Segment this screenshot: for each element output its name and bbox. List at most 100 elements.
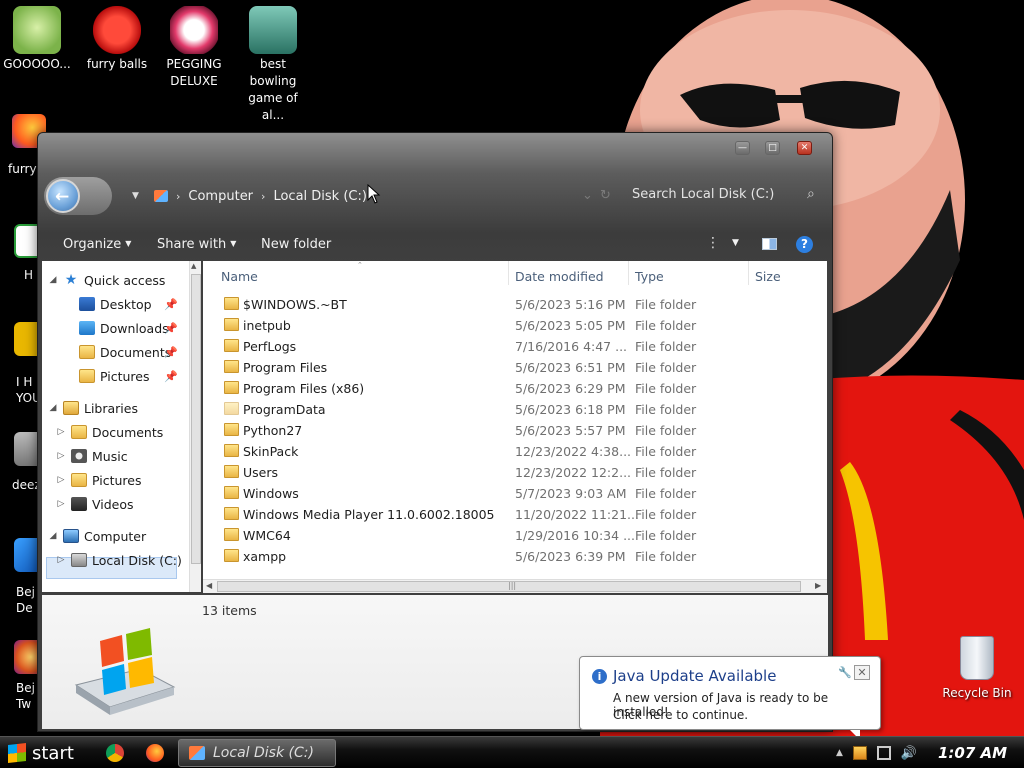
nav-item-local-disk[interactable]: ▷ Local Disk (C:) (56, 549, 182, 571)
file-row[interactable]: WMC64 1/29/2016 10:34 ... File folder (203, 525, 827, 546)
collapsed-arrow-icon[interactable]: ▷ (56, 555, 66, 565)
file-row[interactable]: Program Files (x86) 5/6/2023 6:29 PM File … (203, 378, 827, 399)
file-date-modified: 7/16/2016 4:47 ... (515, 339, 628, 354)
file-date-modified: 5/6/2023 6:39 PM (515, 549, 626, 564)
new-folder-button[interactable]: New folder (261, 237, 331, 252)
nav-item-label: Documents (100, 344, 172, 360)
minimize-button[interactable]: — (735, 141, 750, 155)
file-row[interactable]: Windows Media Player 11.0.6002.18005 11/2… (203, 504, 827, 525)
file-row[interactable]: $WINDOWS.~BT 5/6/2023 5:16 PM File folder (203, 294, 827, 315)
scroll-thumb[interactable] (191, 274, 201, 564)
file-type: File folder (635, 297, 697, 312)
nav-item-lib-music[interactable]: ▷ Music (56, 445, 128, 467)
show-hidden-icons-icon[interactable]: ▲ (836, 748, 843, 758)
file-row[interactable]: Windows 5/7/2023 9:03 AM File folder (203, 483, 827, 504)
pin-icon[interactable]: 📌 (164, 346, 178, 359)
file-row[interactable]: PerfLogs 7/16/2016 4:47 ... File folder (203, 336, 827, 357)
file-row[interactable]: Program Files 5/6/2023 6:51 PM File folder (203, 357, 827, 378)
breadcrumb-computer[interactable]: Computer (188, 189, 253, 204)
column-divider[interactable] (508, 261, 509, 285)
documents-folder-icon (79, 345, 95, 359)
column-header-date[interactable]: Date modified (515, 269, 604, 284)
file-name: Program Files (x86) (243, 381, 365, 396)
firefox-icon[interactable] (146, 744, 164, 762)
nav-item-lib-pictures[interactable]: ▷ Pictures (56, 469, 142, 491)
preview-pane-icon[interactable] (762, 238, 777, 250)
file-row[interactable]: SkinPack 12/23/2022 4:38... File folder (203, 441, 827, 462)
nav-item-desktop[interactable]: Desktop 📌 (64, 293, 178, 315)
close-notification-button[interactable]: ✕ (854, 665, 870, 680)
nav-item-libraries[interactable]: ◢ Libraries (48, 397, 138, 419)
scroll-right-icon[interactable]: ▶ (815, 581, 821, 590)
view-options-dropdown[interactable]: ▼ (732, 238, 739, 248)
share-with-menu[interactable]: Share with ▼ (157, 237, 236, 252)
search-input[interactable]: Search Local Disk (C:) (632, 187, 774, 202)
volume-icon[interactable]: 🔊 (901, 746, 917, 761)
computer-icon (63, 529, 79, 543)
address-dropdown-icon[interactable]: ⌄ (582, 188, 593, 203)
change-view-icon[interactable]: ⋮ (706, 235, 720, 251)
nav-item-lib-videos[interactable]: ▷ Videos (56, 493, 134, 515)
back-button[interactable]: ← (46, 179, 80, 213)
pin-icon[interactable]: 📌 (164, 322, 178, 335)
expanded-arrow-icon[interactable]: ◢ (48, 403, 58, 413)
collapsed-arrow-icon[interactable]: ▷ (56, 475, 66, 485)
close-button[interactable]: ✕ (797, 141, 812, 155)
desktop-icon-recycle-bin[interactable]: Recycle Bin (940, 636, 1014, 700)
nav-item-quick-access[interactable]: ◢ ★ Quick access (48, 269, 166, 291)
file-date-modified: 12/23/2022 12:2... (515, 465, 632, 480)
nav-item-documents[interactable]: Documents 📌 (64, 341, 178, 363)
collapsed-arrow-icon[interactable]: ▷ (56, 451, 66, 461)
nav-item-computer[interactable]: ◢ Computer (48, 525, 147, 547)
expanded-arrow-icon[interactable]: ◢ (48, 531, 58, 541)
notification-link[interactable]: Click here to continue. (613, 708, 748, 722)
file-type: File folder (635, 339, 697, 354)
file-row[interactable]: ProgramData 5/6/2023 6:18 PM File folder (203, 399, 827, 420)
horizontal-scrollbar[interactable]: ◀ ||| ▶ (203, 579, 827, 593)
file-row[interactable]: inetpub 5/6/2023 5:05 PM File folder (203, 315, 827, 336)
column-header-type[interactable]: Type (635, 269, 664, 284)
java-update-notification[interactable]: i Java Update Available A new version of… (579, 656, 881, 740)
column-divider[interactable] (748, 261, 749, 285)
pin-icon[interactable]: 📌 (164, 298, 178, 311)
organize-menu[interactable]: Organize ▼ (63, 237, 131, 252)
file-type: File folder (635, 360, 697, 375)
wrench-icon[interactable]: 🔧 (838, 666, 852, 679)
scroll-up-icon[interactable]: ▲ (191, 262, 196, 270)
column-header-size[interactable]: Size (755, 269, 781, 284)
refresh-icon[interactable]: ↻ (600, 188, 611, 203)
breadcrumb-local-disk[interactable]: Local Disk (C:) (273, 189, 366, 204)
hard-drive-windows-icon (74, 628, 176, 715)
column-header-name[interactable]: Name (221, 269, 258, 284)
recycle-bin-icon (960, 636, 994, 680)
file-row[interactable]: Python27 5/6/2023 5:57 PM File folder (203, 420, 827, 441)
clock[interactable]: 1:07 AM (938, 744, 1007, 762)
desktop-icon-pegging-deluxe[interactable]: PEGGING DELUXE (157, 6, 231, 90)
collapsed-arrow-icon[interactable]: ▷ (56, 499, 66, 509)
nav-item-label: Desktop (100, 296, 152, 312)
column-divider[interactable] (628, 261, 629, 285)
file-row[interactable]: Users 12/23/2022 12:2... File folder (203, 462, 827, 483)
desktop-icon-best-bowling[interactable]: best bowling game of al... (236, 6, 310, 124)
recent-locations-dropdown[interactable]: ▼ (132, 191, 139, 201)
file-row[interactable]: xampp 5/6/2023 6:39 PM File folder (203, 546, 827, 567)
chrome-icon[interactable] (106, 744, 124, 762)
taskbar-button-local-disk[interactable]: Local Disk (C:) (178, 739, 336, 767)
maximize-button[interactable]: □ (765, 141, 780, 155)
start-button[interactable]: start (0, 737, 86, 768)
address-bar[interactable]: › Computer › Local Disk (C:) (154, 185, 367, 207)
network-icon[interactable] (876, 746, 891, 760)
help-icon[interactable]: ? (796, 236, 813, 253)
nav-item-downloads[interactable]: Downloads 📌 (64, 317, 178, 339)
search-icon[interactable]: ⌕ (807, 186, 815, 202)
collapsed-arrow-icon[interactable]: ▷ (56, 427, 66, 437)
nav-scrollbar[interactable]: ▲ (189, 261, 201, 592)
scroll-left-icon[interactable]: ◀ (206, 581, 212, 590)
nav-item-lib-documents[interactable]: ▷ Documents (56, 421, 164, 443)
pin-icon[interactable]: 📌 (164, 370, 178, 383)
nav-item-pictures[interactable]: Pictures 📌 (64, 365, 178, 387)
desktop-icon-furry-balls[interactable]: furry balls (80, 6, 154, 73)
desktop-icon-gooooo[interactable]: GOOOOO... (0, 6, 74, 73)
java-tray-icon[interactable] (852, 746, 867, 760)
expanded-arrow-icon[interactable]: ◢ (48, 275, 58, 285)
